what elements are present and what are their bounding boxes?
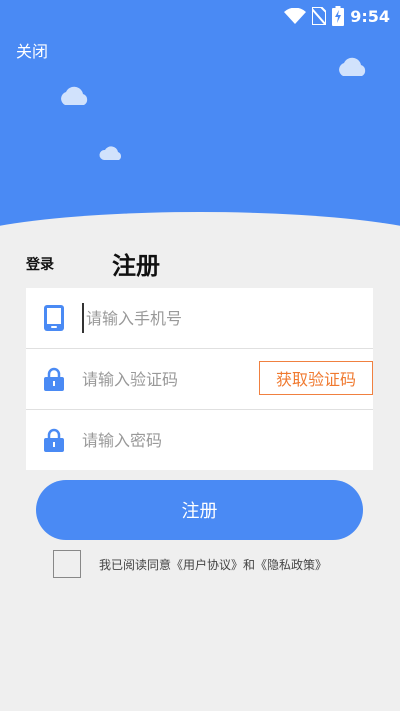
cloud-icon: [99, 146, 122, 160]
phone-row: [26, 288, 373, 349]
agreement-row: 我已阅读同意《用户协议》和《隐私政策》: [53, 550, 327, 578]
code-input[interactable]: [82, 364, 252, 394]
register-button[interactable]: 注册: [36, 480, 363, 540]
cloud-icon: [61, 86, 88, 105]
status-time: 9:54: [350, 6, 390, 26]
tab-login[interactable]: 登录: [26, 254, 54, 274]
status-bar: 9:54: [284, 0, 400, 32]
lock-icon: [44, 428, 64, 452]
wifi-icon: [284, 8, 307, 24]
cloud-icon: [339, 57, 366, 76]
password-input[interactable]: [82, 425, 252, 455]
close-button[interactable]: 关闭: [16, 38, 48, 62]
agreement-text: 我已阅读同意《用户协议》和《隐私政策》: [99, 557, 328, 572]
phone-icon: [44, 305, 64, 331]
auth-tabs: 登录 注册: [0, 246, 400, 282]
code-row: 获取验证码: [26, 349, 373, 410]
register-form: 获取验证码: [26, 288, 373, 470]
lock-icon: [44, 367, 64, 391]
header-banner: 9:54 关闭: [0, 0, 400, 240]
phone-input[interactable]: [82, 303, 256, 333]
no-sim-icon: [312, 7, 327, 25]
password-row: [26, 410, 373, 470]
tab-register[interactable]: 注册: [112, 246, 160, 281]
agreement-checkbox[interactable]: [53, 550, 81, 578]
battery-charging-icon: [332, 6, 345, 26]
get-code-button[interactable]: 获取验证码: [259, 361, 373, 395]
header-wave: [0, 212, 400, 240]
